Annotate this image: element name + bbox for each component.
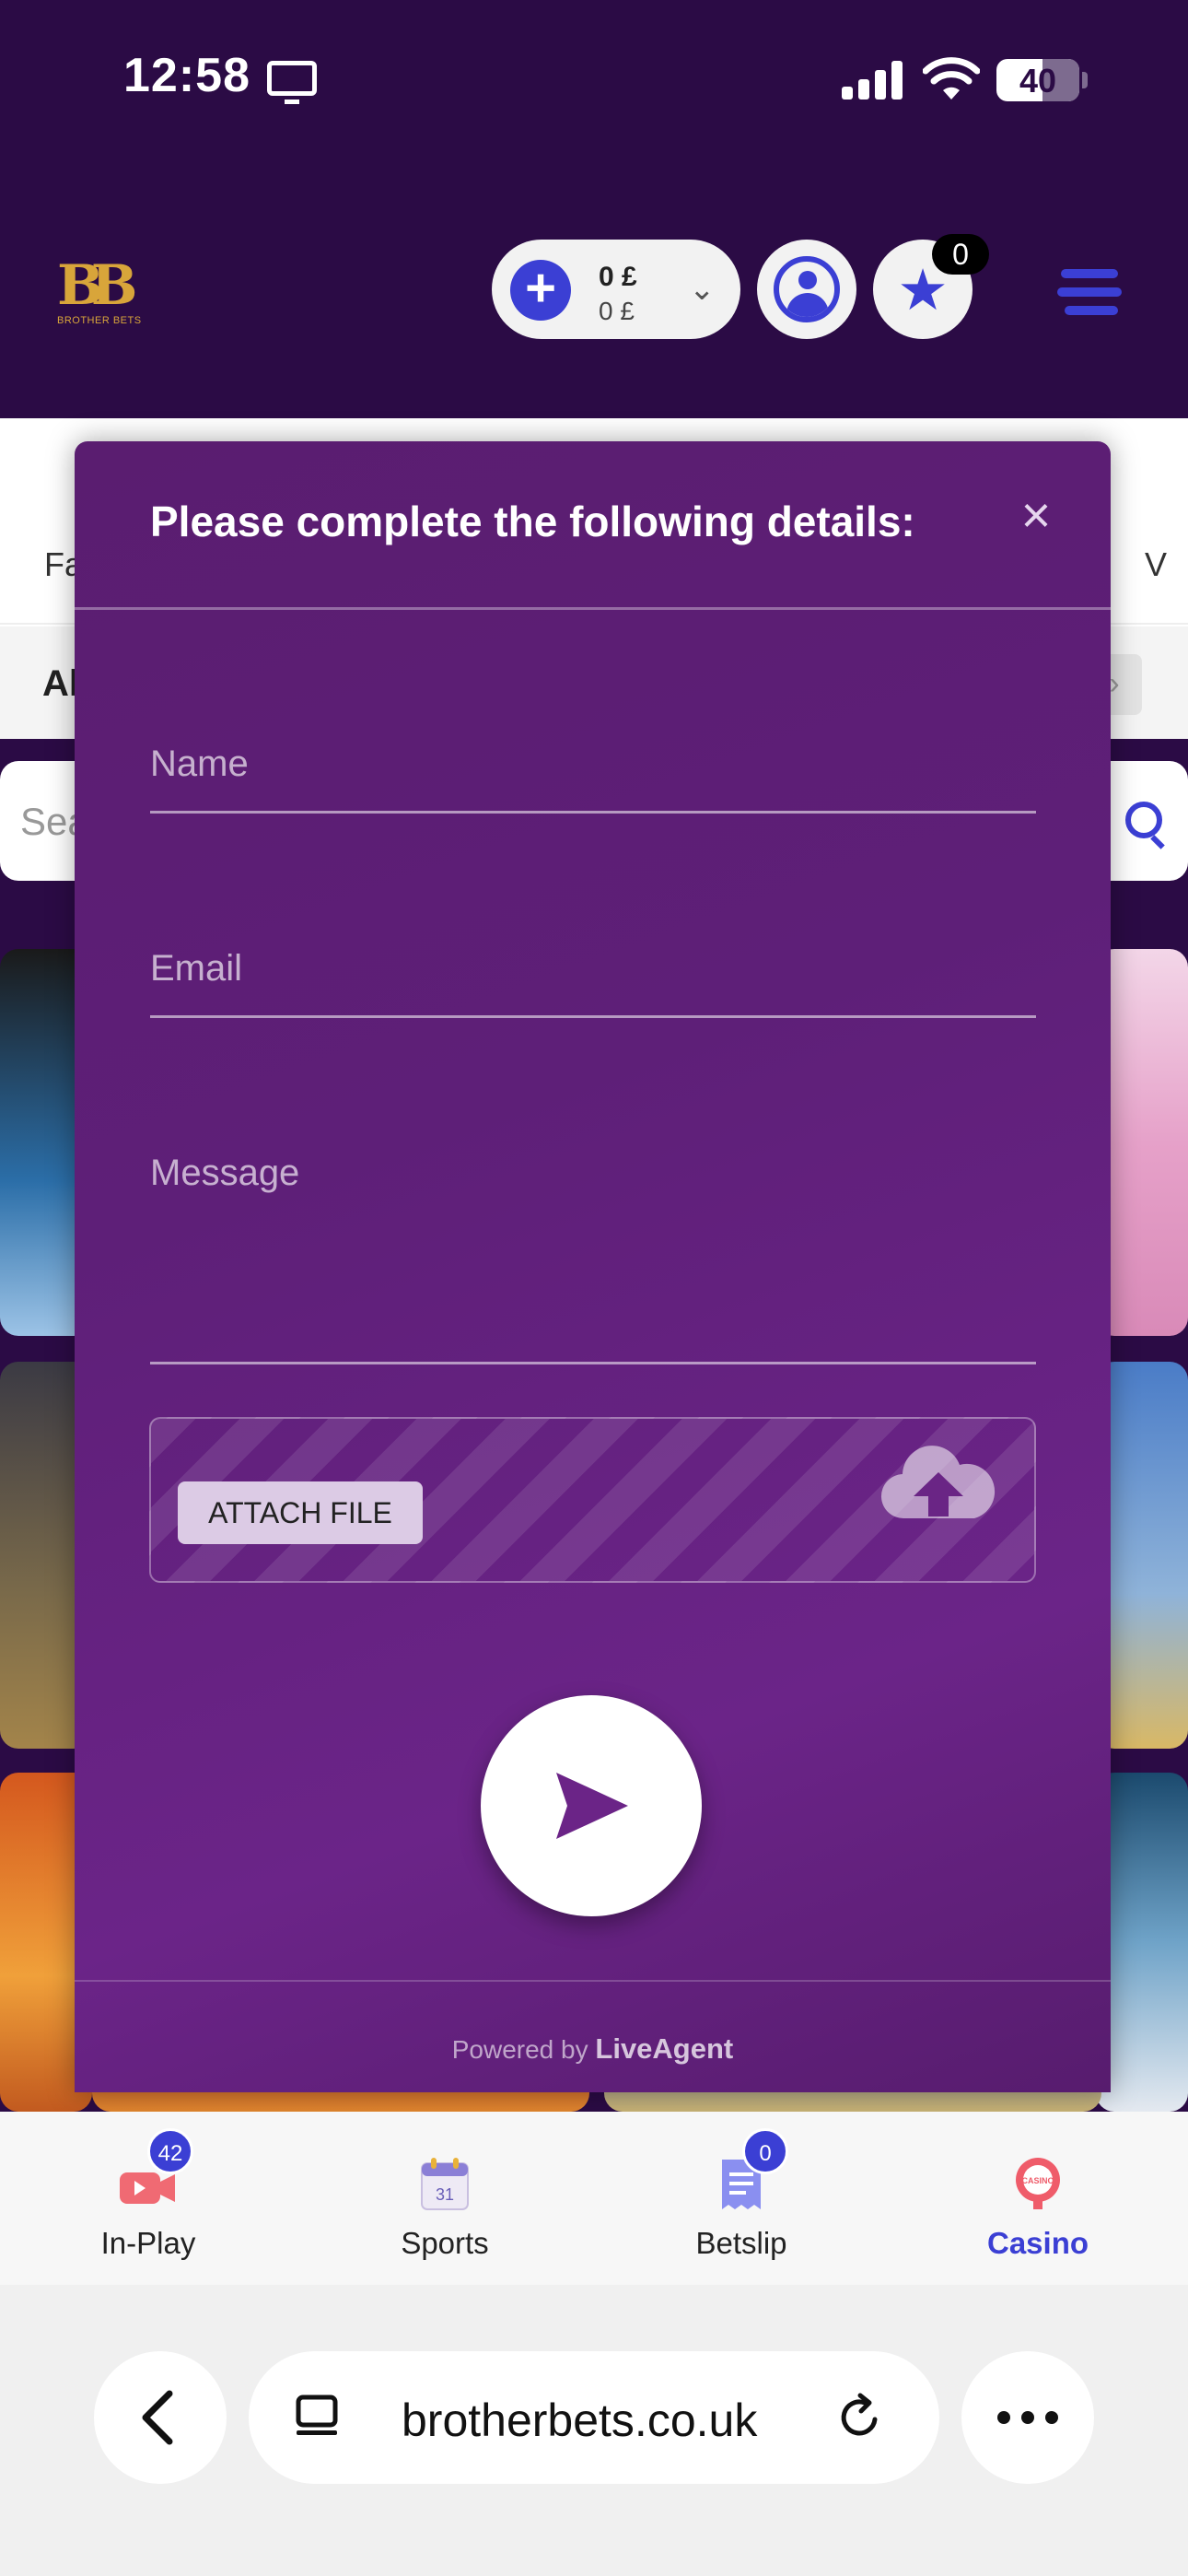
balance-main: 0 £	[599, 262, 637, 292]
battery-level: 40	[1019, 62, 1057, 100]
nav-label-betslip: Betslip	[695, 2226, 787, 2260]
more-options-button[interactable]	[961, 2351, 1094, 2484]
hamburger-menu-icon[interactable]	[1057, 269, 1122, 315]
send-button[interactable]	[481, 1695, 702, 1916]
name-placeholder: Name	[150, 744, 249, 784]
close-icon[interactable]: ×	[1008, 489, 1064, 544]
attach-file-button[interactable]: ATTACH FILE	[178, 1481, 423, 1544]
favorites-count-badge: 0	[932, 234, 989, 275]
site-header: 12:58 40 BB BROTHER BETS + 0 £ 0 £ ⌄ ★ 0	[0, 0, 1188, 418]
chevron-down-icon: ⌄	[689, 272, 716, 307]
footer-divider	[75, 1980, 1111, 1982]
screen-mirror-icon	[267, 61, 317, 104]
powered-by[interactable]: Powered by LiveAgent	[75, 2032, 1111, 2066]
message-field[interactable]: Message	[150, 1143, 1036, 1364]
battery-icon: 40	[996, 59, 1079, 101]
cellular-signal-icon	[842, 61, 903, 100]
modal-title: Please complete the following details:	[150, 498, 915, 545]
account-button[interactable]	[757, 240, 856, 339]
calendar-icon: 31	[421, 2158, 469, 2210]
reload-icon[interactable]	[834, 2392, 886, 2443]
brother-bets-logo[interactable]: BB BROTHER BETS	[57, 258, 142, 326]
search-icon[interactable]	[1125, 802, 1162, 838]
nav-sports[interactable]: 31 Sports	[297, 2112, 593, 2285]
filter-partial-label[interactable]: Al	[42, 663, 79, 705]
url-text: brotherbets.co.uk	[402, 2395, 758, 2446]
bottom-navigation: 42 In-Play 31 Sports 0 Betslip CASINO Ca	[0, 2112, 1188, 2285]
nav-betslip[interactable]: 0 Betslip	[593, 2112, 890, 2285]
file-drop-zone[interactable]: ATTACH FILE	[149, 1417, 1036, 1583]
address-bar[interactable]: brotherbets.co.uk	[249, 2351, 939, 2484]
deposit-plus-icon[interactable]: +	[510, 260, 571, 321]
tab-partial-right[interactable]: V	[1145, 545, 1167, 584]
nav-label-casino: Casino	[986, 2226, 1089, 2260]
user-icon	[774, 256, 840, 322]
wifi-icon	[923, 57, 980, 100]
message-placeholder: Message	[150, 1153, 300, 1193]
chevron-left-icon	[142, 2390, 173, 2445]
more-dots-icon	[997, 2411, 1058, 2424]
wallet-balance-button[interactable]: + 0 £ 0 £ ⌄	[492, 240, 740, 339]
divider	[75, 607, 1111, 610]
in-play-count-badge: 42	[147, 2128, 193, 2174]
nav-label-sports: Sports	[401, 2226, 489, 2260]
casino-chip-text: CASINO	[1021, 2176, 1054, 2185]
betslip-count-badge: 0	[742, 2128, 788, 2174]
nav-in-play[interactable]: 42 In-Play	[0, 2112, 297, 2285]
email-field[interactable]: Email	[150, 939, 1036, 1018]
powered-prefix: Powered by	[451, 2035, 588, 2064]
balance-bonus: 0 £	[599, 297, 635, 325]
cloud-upload-icon	[880, 1446, 996, 1519]
nav-casino[interactable]: CASINO Casino	[890, 2112, 1186, 2285]
name-field[interactable]: Name	[150, 734, 1036, 814]
status-time: 12:58	[123, 49, 250, 102]
calendar-day: 31	[436, 2185, 454, 2204]
contact-form-modal: Please complete the following details: ×…	[75, 441, 1111, 2092]
tab-overview-icon	[296, 2395, 338, 2435]
nav-label-in-play: In-Play	[100, 2226, 196, 2260]
browser-toolbar: brotherbets.co.uk	[0, 2285, 1188, 2576]
liveagent-brand: LiveAgent	[595, 2032, 734, 2065]
email-placeholder: Email	[150, 948, 243, 989]
status-bar: 12:58 40	[0, 0, 1188, 157]
casino-chip-icon: CASINO	[1016, 2158, 1060, 2209]
send-arrow-icon	[556, 1773, 628, 1839]
back-button[interactable]	[94, 2351, 227, 2484]
